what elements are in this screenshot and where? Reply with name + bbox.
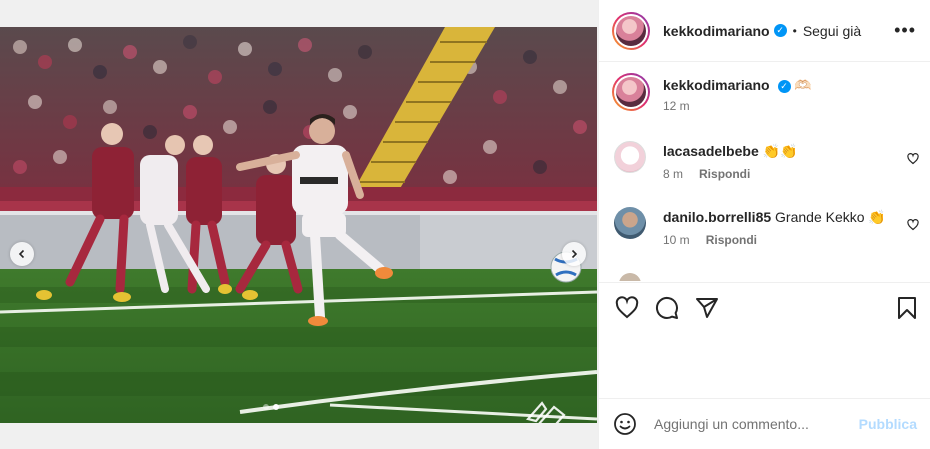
post-actions <box>599 282 930 334</box>
comment-username[interactable]: danilo.borrelli85 <box>663 209 771 225</box>
next-media-button[interactable] <box>562 242 586 266</box>
caption-text: 🫶🏻 <box>794 77 812 93</box>
caption-time: 12 m <box>663 99 690 113</box>
heart-icon[interactable] <box>615 296 639 320</box>
bookmark-icon[interactable] <box>896 296 918 320</box>
share-icon[interactable] <box>695 296 719 320</box>
comment-avatar[interactable] <box>614 141 646 173</box>
comment-icon[interactable] <box>655 296 679 320</box>
more-icon[interactable]: ••• <box>894 20 916 41</box>
carousel-dot-active <box>273 404 279 410</box>
caption-avatar[interactable] <box>612 73 650 111</box>
reply-button[interactable]: Rispondi <box>699 167 750 181</box>
chevron-right-icon <box>571 249 578 259</box>
comment-text: 👏👏 <box>762 143 798 159</box>
heart-icon[interactable] <box>907 153 919 165</box>
comment-item: danilo.borrelli85 Grande Kekko 👏 10 m Ris… <box>614 207 919 247</box>
post-side-panel: kekkodimariano ✓ • Segui già ••• kekkodi… <box>598 0 930 449</box>
reply-button[interactable]: Rispondi <box>706 233 757 247</box>
avatar[interactable] <box>612 11 650 50</box>
verified-icon: ✓ <box>777 79 791 93</box>
post-caption: kekkodimariano ✓ 🫶🏻 12 m <box>612 73 812 113</box>
emoji-icon[interactable] <box>613 412 637 436</box>
comment-username[interactable]: lacasadelbebe <box>663 143 759 159</box>
comment-time: 8 m <box>663 167 684 181</box>
post-header: kekkodimariano ✓ • Segui già ••• <box>599 0 930 62</box>
comment-item: lacasadelbebe 👏👏 8 m Rispondi <box>614 141 919 181</box>
comment-time: 10 m <box>663 233 690 247</box>
previous-media-button[interactable] <box>10 242 34 266</box>
caption-username[interactable]: kekkodimariano <box>663 77 770 93</box>
post-media[interactable] <box>0 27 597 423</box>
comment-avatar[interactable] <box>619 273 641 281</box>
club-logo-watermark <box>524 399 568 423</box>
chevron-left-icon <box>18 249 25 259</box>
following-button[interactable]: Segui già <box>803 23 861 39</box>
publish-button[interactable]: Pubblica <box>859 416 917 432</box>
comment-avatar[interactable] <box>614 207 646 239</box>
comment-input[interactable] <box>654 416 844 432</box>
header-separator: • <box>792 23 797 38</box>
add-comment-bar: Pubblica <box>599 398 930 449</box>
header-username[interactable]: kekkodimariano <box>663 23 770 39</box>
football-photo <box>0 27 597 423</box>
verified-icon: ✓ <box>773 24 787 37</box>
instagram-post-view: kekkodimariano ✓ • Segui già ••• kekkodi… <box>0 0 930 449</box>
comment-text: Grande Kekko 👏 <box>775 209 886 225</box>
carousel-dot <box>263 404 269 410</box>
comments-list[interactable]: kekkodimariano ✓ 🫶🏻 12 m lacasadelbebe 👏… <box>599 63 930 281</box>
heart-icon[interactable] <box>907 219 919 231</box>
carousel-dots <box>263 404 279 410</box>
